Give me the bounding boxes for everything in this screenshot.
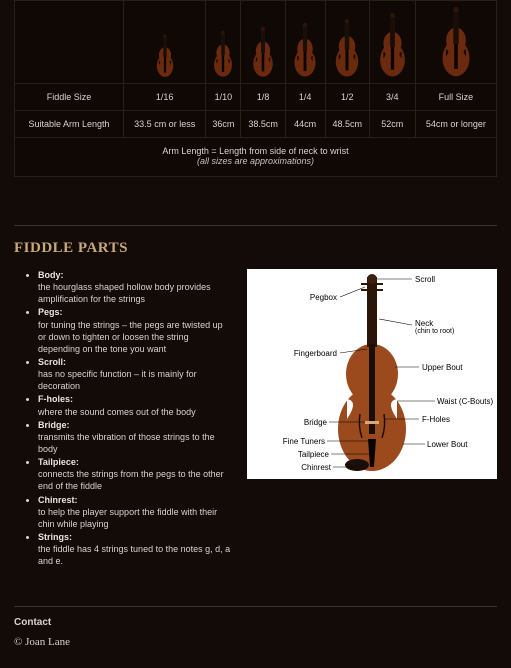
list-item: F-holes: where the sound comes out of the… <box>38 393 233 417</box>
part-desc: where the sound comes out of the body <box>38 407 196 417</box>
diagram-label-bridge: Bridge <box>304 418 327 427</box>
diagram-label-chinrest: Chinrest <box>301 463 331 472</box>
footer-divider <box>14 606 497 607</box>
fiddle-parts-section: Body: the hourglass shaped hollow body pr… <box>14 269 497 568</box>
diagram-label-scroll: Scroll <box>415 275 435 284</box>
list-item: Chinrest: to help the player support the … <box>38 494 233 530</box>
violin-image-cell <box>206 1 241 84</box>
size-cell: Full Size <box>415 84 496 111</box>
arm-cell: 44cm <box>285 111 325 138</box>
footnote-line-2: (all sizes are approximations) <box>19 156 492 166</box>
list-item: Strings: the fiddle has 4 strings tuned t… <box>38 531 233 567</box>
size-cell: 1/16 <box>124 84 206 111</box>
size-cell: 3/4 <box>369 84 415 111</box>
part-name: Scroll: <box>38 357 66 367</box>
violin-icon <box>332 17 362 79</box>
part-name: Pegs: <box>38 307 63 317</box>
list-item: Scroll: has no specific function – it is … <box>38 356 233 392</box>
violin-icon <box>376 11 409 79</box>
violin-icon <box>154 33 176 79</box>
violin-icon <box>211 29 235 79</box>
arm-cell: 36cm <box>206 111 241 138</box>
diagram-label-waist: Waist (C-Bouts) <box>437 397 493 406</box>
diagram-label-necknote: (chin to root) <box>415 328 454 335</box>
arm-cell: 38.5cm <box>241 111 285 138</box>
arm-cell: 54cm or longer <box>415 111 496 138</box>
diagram-label-pegbox: Pegbox <box>310 293 337 302</box>
violin-icon <box>438 5 474 79</box>
arm-row: Suitable Arm Length 33.5 cm or less 36cm… <box>15 111 497 138</box>
part-name: Strings: <box>38 532 72 542</box>
footnote-line-1: Arm Length = Length from side of neck to… <box>19 146 492 156</box>
diagram-label-fholes: F-Holes <box>422 415 450 424</box>
list-item: Bridge: transmits the vibration of those … <box>38 419 233 455</box>
list-item: Body: the hourglass shaped hollow body pr… <box>38 269 233 305</box>
copyright-text: © Joan Lane <box>14 636 497 648</box>
violin-image-cell <box>325 1 369 84</box>
part-name: Chinrest: <box>38 495 78 505</box>
part-desc: the hourglass shaped hollow body provide… <box>38 282 211 304</box>
part-desc: transmits the vibration of those strings… <box>38 432 215 454</box>
empty-header-cell <box>15 1 124 84</box>
arm-cell: 33.5 cm or less <box>124 111 206 138</box>
violin-image-cell <box>415 1 496 84</box>
violin-image-row <box>15 1 497 84</box>
part-name: Body: <box>38 270 64 280</box>
diagram-label-tailpiece: Tailpiece <box>298 450 329 459</box>
diagram-label-neck: Neck <box>415 319 433 328</box>
size-cell: 1/2 <box>325 84 369 111</box>
part-desc: has no specific function – it is mainly … <box>38 369 197 391</box>
fiddle-size-table: Fiddle Size 1/16 1/10 1/8 1/4 1/2 3/4 Fu… <box>14 0 497 138</box>
part-name: Bridge: <box>38 420 70 430</box>
part-desc: the fiddle has 4 strings tuned to the no… <box>38 544 230 566</box>
list-item: Pegs: for tuning the strings – the pegs a… <box>38 306 233 355</box>
arm-row-label: Suitable Arm Length <box>15 111 124 138</box>
size-cell: 1/4 <box>285 84 325 111</box>
part-name: Tailpiece: <box>38 457 79 467</box>
size-row: Fiddle Size 1/16 1/10 1/8 1/4 1/2 3/4 Fu… <box>15 84 497 111</box>
divider <box>14 225 497 226</box>
part-name: F-holes: <box>38 394 73 404</box>
contact-link[interactable]: Contact <box>14 617 497 628</box>
size-row-label: Fiddle Size <box>15 84 124 111</box>
violin-image-cell <box>285 1 325 84</box>
list-item: Tailpiece: connects the strings from the … <box>38 456 233 492</box>
fiddle-parts-list: Body: the hourglass shaped hollow body pr… <box>14 269 233 568</box>
diagram-label-fingerboard: Fingerboard <box>294 349 337 358</box>
arm-cell: 52cm <box>369 111 415 138</box>
part-desc: to help the player support the fiddle wi… <box>38 507 217 529</box>
arm-cell: 48.5cm <box>325 111 369 138</box>
part-desc: for tuning the strings – the pegs are tw… <box>38 320 223 354</box>
fiddle-parts-heading: Fiddle Parts <box>14 240 497 257</box>
fiddle-diagram: Scroll Pegbox Neck (chin to root) Finger… <box>247 269 497 479</box>
diagram-label-upperbout: Upper Bout <box>422 363 462 372</box>
violin-image-cell <box>124 1 206 84</box>
table-footnote: Arm Length = Length from side of neck to… <box>14 138 497 177</box>
violin-icon <box>250 25 276 79</box>
violin-image-cell <box>241 1 285 84</box>
size-cell: 1/10 <box>206 84 241 111</box>
part-desc: connects the strings from the pegs to th… <box>38 469 224 491</box>
violin-icon <box>291 21 319 79</box>
diagram-label-finetuners: Fine Tuners <box>283 437 325 446</box>
size-cell: 1/8 <box>241 84 285 111</box>
diagram-label-lowerbout: Lower Bout <box>427 440 467 449</box>
violin-image-cell <box>369 1 415 84</box>
